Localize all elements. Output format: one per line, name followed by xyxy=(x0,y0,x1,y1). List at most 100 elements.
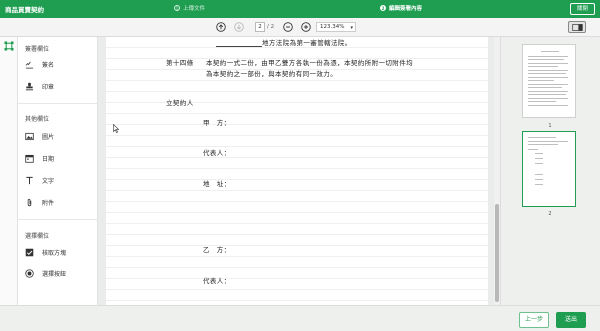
field-item-label: 簽名 xyxy=(42,62,55,69)
document-title: 商品買賣契約 xyxy=(5,6,44,14)
thumb-text-line xyxy=(528,105,568,106)
thumb-text-line xyxy=(528,84,568,85)
thumb-text-line xyxy=(535,153,543,154)
party-a-label: 甲 方： xyxy=(203,119,231,127)
field-item-stamp[interactable]: 印章 xyxy=(25,82,54,91)
thumb-text-line xyxy=(528,137,556,138)
sidebar-panel-icon xyxy=(571,23,583,31)
field-item-label: 印章 xyxy=(42,84,55,91)
thumb-text-line xyxy=(528,91,568,92)
step-edit: 2 編輯簽署內容 xyxy=(380,4,422,12)
thumb-text-line xyxy=(528,141,568,142)
header-bar: 商品買賣契約 1 上傳文件 2 編輯簽署內容 關閉 xyxy=(0,0,600,18)
doc-line-court: 地方法院為第一審管轄法院。 xyxy=(262,39,352,47)
signature-icon xyxy=(25,60,34,69)
choice-section-title: 選擇欄位 xyxy=(25,233,50,240)
zoom-out-icon[interactable] xyxy=(283,22,293,32)
field-item-label: 圖片 xyxy=(42,134,55,141)
arrow-down-icon[interactable] xyxy=(234,22,244,32)
thumb-text-line xyxy=(528,80,554,81)
arrow-up-icon[interactable] xyxy=(216,22,226,32)
representative-b-label: 代表人： xyxy=(203,277,231,285)
thumb-text-line xyxy=(528,56,568,57)
field-item-signature[interactable]: 簽名 xyxy=(25,60,54,69)
other-section-title: 其他欄位 xyxy=(25,116,50,123)
caret-down-icon: ▾ xyxy=(350,25,353,31)
thumbnail-page-number: 1 xyxy=(548,123,552,129)
radio-icon xyxy=(25,269,34,278)
blank-underline xyxy=(216,46,262,47)
field-item-label: 核取方塊 xyxy=(42,250,67,257)
field-item-label: 文字 xyxy=(42,178,55,185)
left-rail xyxy=(0,37,18,305)
thumbnail-panel: 1 2 xyxy=(500,37,600,305)
close-button[interactable]: 關閉 xyxy=(569,3,595,15)
page-thumbnail-1[interactable]: 1 xyxy=(522,44,576,129)
document-viewer[interactable]: 地方法院為第一審管轄法院。 第十四條 本契約一式二份，由甲乙雙方各執一份為憑，本… xyxy=(98,37,494,305)
field-item-label: 選擇按鈕 xyxy=(42,271,67,278)
step-1-label: 上傳文件 xyxy=(183,6,206,12)
step-1-indicator: 1 xyxy=(174,5,180,11)
thumb-text-line xyxy=(528,98,568,99)
send-button[interactable]: 送出 xyxy=(556,312,586,328)
field-item-label: 日期 xyxy=(42,156,55,163)
article-14-line-1: 本契約一式二份，由甲乙雙方各執一份為憑，本契約所附一切附件均 xyxy=(206,59,413,67)
section-divider xyxy=(18,219,98,220)
thumb-text-line xyxy=(528,59,564,60)
field-item-radio[interactable]: 選擇按鈕 xyxy=(25,269,66,278)
fields-tool-icon[interactable] xyxy=(4,41,14,51)
article-14-line-2: 為本契約之一部份，與本契約有同一效力。 xyxy=(206,70,338,78)
page-number-input[interactable]: 2 xyxy=(255,22,265,32)
section-divider xyxy=(18,103,98,104)
paperclip-icon xyxy=(25,198,34,207)
thumbnail-toggle-button[interactable] xyxy=(568,21,586,33)
thumb-text-line xyxy=(528,63,568,64)
calendar-icon xyxy=(25,154,34,163)
thumb-text-line xyxy=(535,184,543,185)
page-total: / 2 xyxy=(267,24,275,30)
thumb-text-line xyxy=(528,66,558,67)
step-2-label: 編輯簽署內容 xyxy=(389,6,423,12)
thumb-text-line xyxy=(535,179,543,180)
thumb-text-line xyxy=(528,87,562,88)
address-a-label: 地 址： xyxy=(203,180,231,188)
checkbox-icon xyxy=(25,248,34,257)
zoom-in-icon[interactable] xyxy=(301,22,311,32)
field-item-checkbox[interactable]: 核取方塊 xyxy=(25,248,66,257)
field-item-attachment[interactable]: 附件 xyxy=(25,198,54,207)
viewer-toolbar: 2 / 2 123.34% ▾ xyxy=(0,18,600,37)
sign-section-title: 簽署欄位 xyxy=(25,46,50,53)
field-item-text[interactable]: 文字 xyxy=(25,176,54,185)
field-item-image[interactable]: 圖片 xyxy=(25,132,54,141)
thumb-text-line xyxy=(535,158,543,159)
thumb-text-line xyxy=(528,77,568,78)
thumb-text-line xyxy=(528,70,568,71)
thumb-text-line xyxy=(528,144,558,145)
zoom-select[interactable]: 123.34% ▾ xyxy=(316,22,356,32)
document-page[interactable]: 地方法院為第一審管轄法院。 第十四條 本契約一式二份，由甲乙雙方各執一份為憑，本… xyxy=(106,37,488,305)
scrollbar-thumb[interactable] xyxy=(495,204,499,302)
text-icon xyxy=(25,176,34,185)
thumbnail-page-number: 2 xyxy=(548,211,552,217)
zoom-value: 123.34% xyxy=(320,24,345,30)
step-2-indicator: 2 xyxy=(380,5,386,11)
page-thumbnail-2[interactable]: 2 xyxy=(522,131,576,217)
mouse-cursor-icon xyxy=(113,124,119,133)
footer-bar: 上一步 送出 xyxy=(0,305,600,331)
thumb-text-line xyxy=(528,101,556,102)
party-b-label: 乙 方： xyxy=(203,246,231,254)
image-icon xyxy=(25,132,34,141)
signatories-heading: 立契約人 xyxy=(166,99,194,107)
thumb-text-line xyxy=(541,51,559,52)
field-item-date[interactable]: 日期 xyxy=(25,154,54,163)
thumb-text-line xyxy=(535,163,543,164)
thumb-text-line xyxy=(528,149,538,150)
thumb-text-line xyxy=(535,174,543,175)
previous-step-button[interactable]: 上一步 xyxy=(519,312,549,328)
article-14-label: 第十四條 xyxy=(166,59,194,67)
thumb-text-line xyxy=(528,73,566,74)
step-upload: 1 上傳文件 xyxy=(174,4,205,12)
field-item-label: 附件 xyxy=(42,200,55,207)
representative-a-label: 代表人： xyxy=(203,149,231,157)
stamp-icon xyxy=(25,82,34,91)
